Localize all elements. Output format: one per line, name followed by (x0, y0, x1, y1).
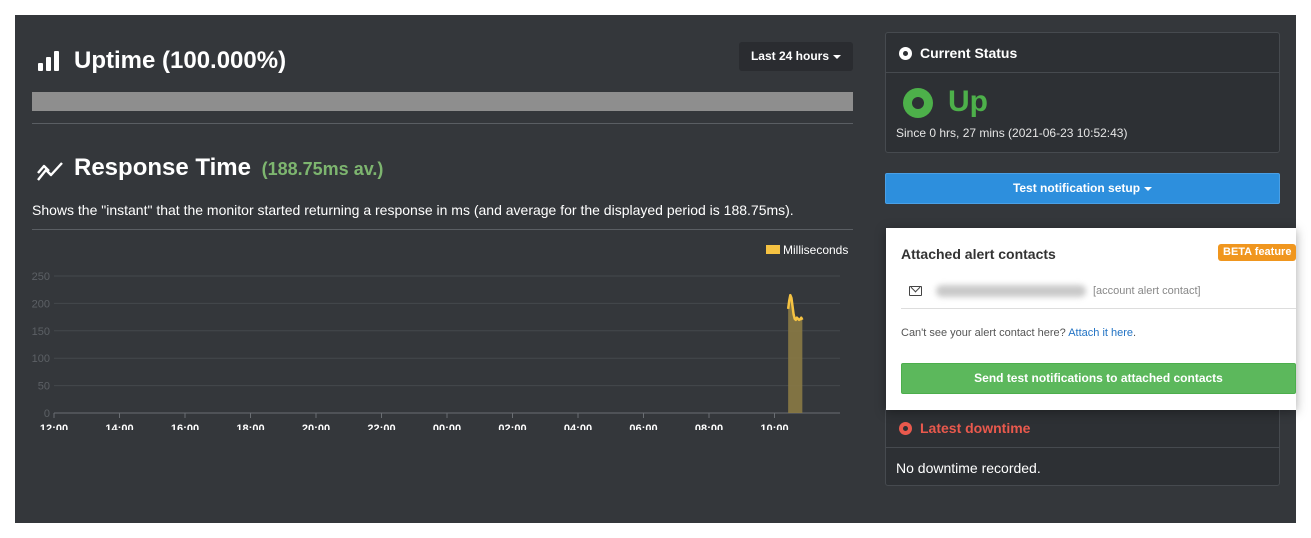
attach-link[interactable]: Attach it here (1068, 327, 1133, 339)
response-title-text: Response Time (74, 154, 251, 181)
up-status-icon (903, 88, 933, 118)
x-tick-label: 06:00 (629, 423, 657, 430)
current-status-header: Current Status (886, 33, 1279, 73)
x-tick-label: 22:00 (367, 423, 395, 430)
response-time-title: Response Time (188.75ms av.) (74, 154, 383, 182)
downtime-message: No downtime recorded. (896, 460, 1041, 476)
envelope-icon (909, 286, 922, 296)
current-status-panel: Current Status Up Since 0 hrs, 27 mins (… (885, 32, 1280, 153)
line-chart-icon (37, 162, 63, 181)
status-state: Up (948, 85, 988, 118)
time-range-label: Last 24 hours (750, 49, 829, 63)
latest-downtime-title: Latest downtime (920, 420, 1031, 436)
x-tick-label: 20:00 (302, 423, 330, 430)
hint-text: Can't see your alert contact here? (901, 327, 1066, 339)
downtime-circle-icon (899, 422, 912, 435)
divider (32, 123, 853, 124)
alert-contacts-title: Attached alert contacts (901, 246, 1056, 262)
y-tick-label: 150 (32, 326, 50, 338)
response-time-chart: 0 50 100 150 200 250 12:00 14:00 16:00 18:00 20:00… (32, 243, 848, 430)
beta-badge: BETA feature (1218, 244, 1297, 261)
average-label: (188.75ms av.) (261, 159, 384, 179)
status-since: Since 0 hrs, 27 mins (2021-06-23 10:52:4… (896, 126, 1128, 140)
left-column: Uptime (100.000%) Last 24 hours Response… (32, 15, 853, 523)
x-tick-label: 10:00 (760, 423, 788, 430)
latest-downtime-panel: Latest downtime No downtime recorded. (885, 407, 1280, 486)
y-tick-label: 100 (32, 353, 50, 365)
x-tick-label: 00:00 (433, 423, 461, 430)
x-tick-label: 14:00 (105, 423, 133, 430)
legend-swatch (766, 245, 780, 254)
x-tick-label: 16:00 (171, 423, 199, 430)
test-notification-label: Test notification setup (1012, 181, 1141, 195)
test-notification-button[interactable]: Test notification setup (885, 173, 1280, 204)
response-description: Shows the "instant" that the monitor sta… (32, 202, 794, 218)
attach-hint: Can't see your alert contact here? Attac… (901, 327, 1136, 339)
current-status-title: Current Status (920, 45, 1018, 61)
caret-down-icon (833, 54, 841, 59)
caret-down-icon (1144, 186, 1153, 191)
response-time-header: Response Time (188.75ms av.) (32, 153, 853, 187)
send-test-notifications-button[interactable]: Send test notifications to attached cont… (901, 363, 1296, 394)
alert-contact-row[interactable]: [account alert contact] (901, 279, 1296, 309)
uptime-header: Uptime (100.000%) Last 24 hours (32, 42, 853, 81)
y-tick-label: 0 (44, 408, 50, 420)
hint-end: . (1133, 327, 1137, 339)
x-tick-label: 04:00 (564, 423, 592, 430)
bar-chart-icon (38, 51, 62, 71)
y-tick-label: 50 (38, 381, 50, 393)
time-range-dropdown[interactable]: Last 24 hours (738, 42, 853, 71)
x-tick-label: 18:00 (236, 423, 264, 430)
y-tick-label: 250 (32, 271, 50, 283)
status-circle-icon (899, 47, 912, 60)
contact-type-tag: [account alert contact] (1093, 285, 1201, 297)
redacted-email (936, 285, 1086, 297)
latest-downtime-header: Latest downtime (886, 408, 1279, 448)
x-tick-label: 08:00 (695, 423, 723, 430)
uptime-bar (32, 92, 853, 111)
divider (32, 229, 853, 230)
alert-contacts-popup: Attached alert contacts BETA feature [ac… (886, 228, 1297, 410)
series-area (788, 295, 803, 413)
legend-label: Milliseconds (783, 243, 848, 257)
y-tick-label: 200 (32, 298, 50, 310)
uptime-title: Uptime (100.000%) (74, 47, 287, 74)
x-tick-label: 12:00 (40, 423, 68, 430)
x-tick-label: 02:00 (498, 423, 526, 430)
monitor-dashboard: Uptime (100.000%) Last 24 hours Response… (15, 15, 1297, 523)
